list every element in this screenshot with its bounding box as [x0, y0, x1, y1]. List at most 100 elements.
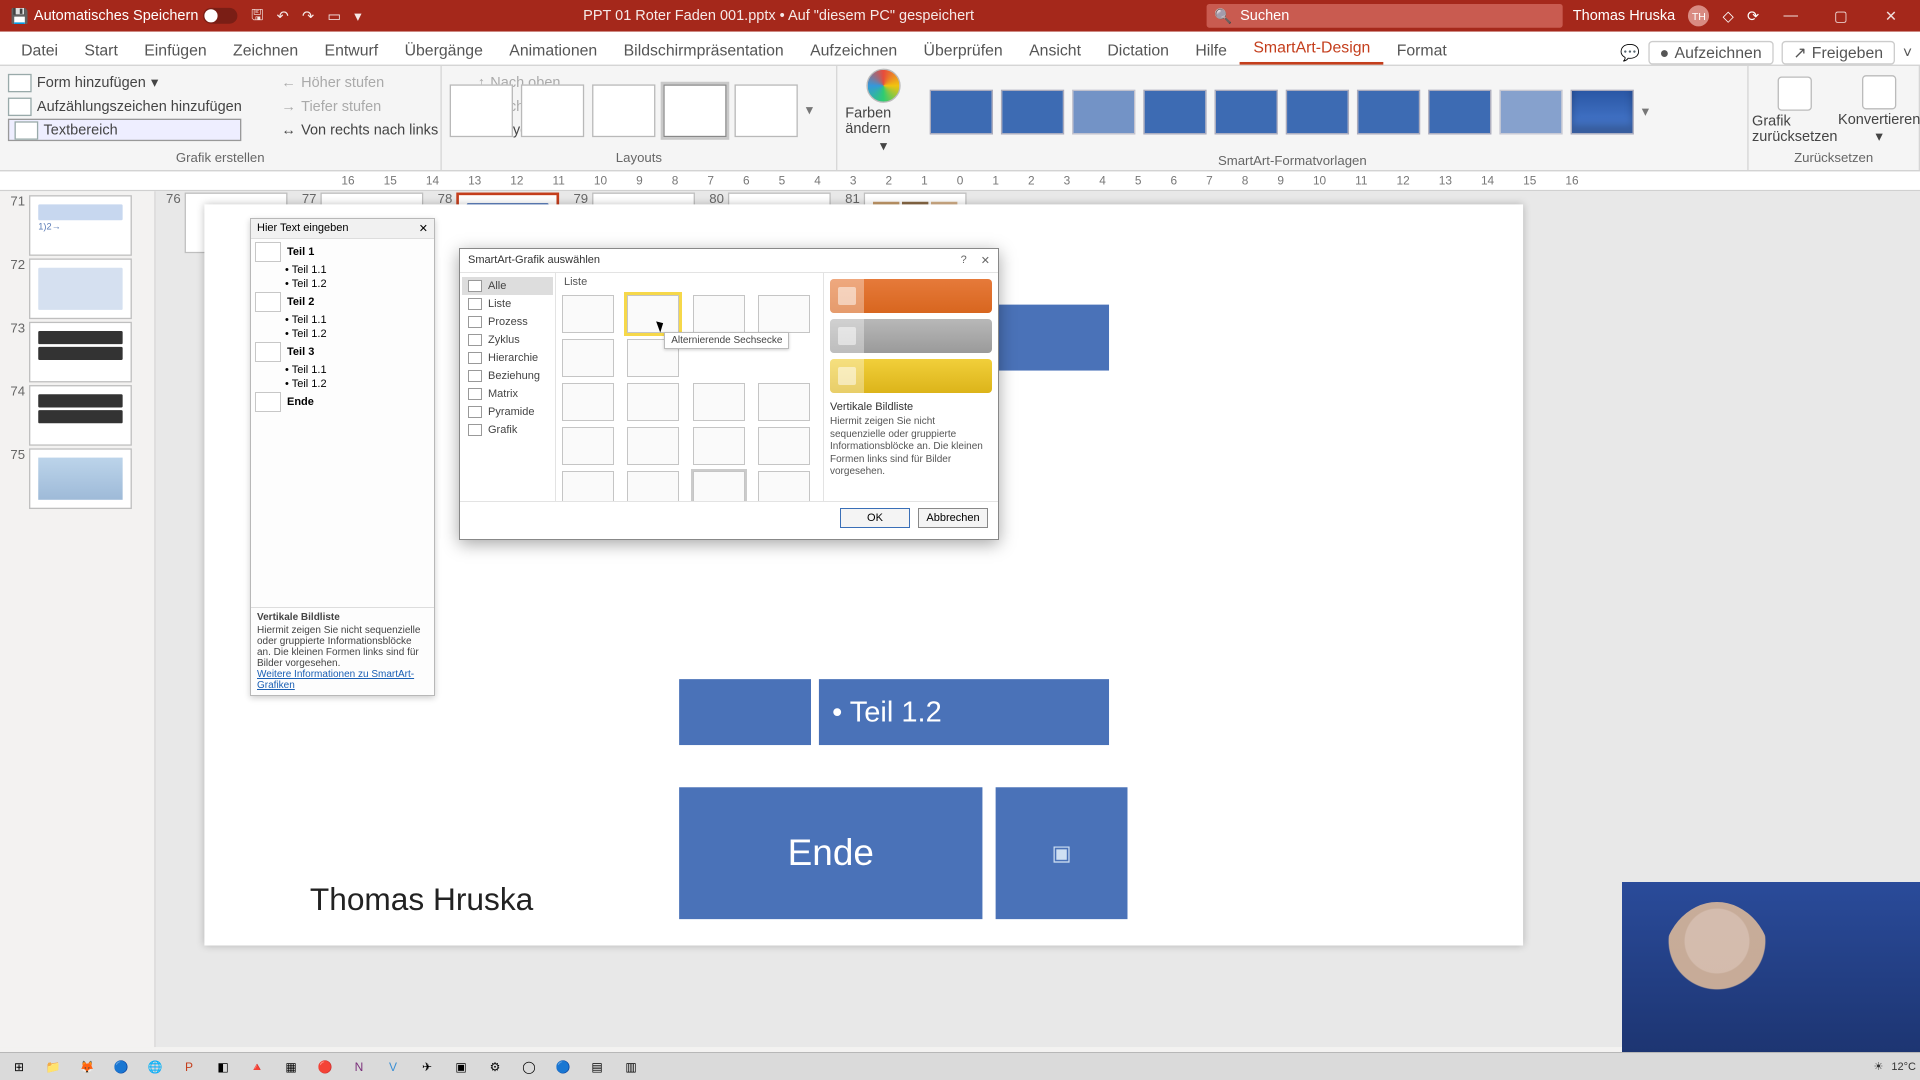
text-pane-tree[interactable]: Teil 1 Teil 1.1Teil 1.2 Teil 2 Teil 1.1T… [251, 239, 434, 415]
gallery-item[interactable] [758, 295, 810, 333]
style-thumb-9[interactable] [1499, 89, 1562, 134]
taskbar-app-icon[interactable]: 🔵 [548, 1056, 578, 1078]
gallery-item[interactable] [758, 383, 810, 421]
taskbar-app-icon[interactable]: ▤ [582, 1056, 612, 1078]
thumb-75[interactable] [29, 448, 132, 509]
layout-thumb-5[interactable] [735, 84, 798, 137]
text-pane-learn-more-link[interactable]: Weitere Informationen zu SmartArt-Grafik… [257, 669, 414, 691]
add-bullet-button[interactable]: Aufzählungszeichen hinzufügen [8, 95, 242, 117]
search-input[interactable]: 🔍 Suchen [1206, 4, 1562, 28]
avatar[interactable]: TH [1688, 5, 1709, 26]
style-thumb-1[interactable] [930, 89, 993, 134]
tab-zeichnen[interactable]: Zeichnen [220, 36, 311, 65]
tree-item[interactable]: Ende [287, 396, 314, 408]
taskbar-app-icon[interactable]: ▣ [446, 1056, 476, 1078]
category-hierarchie[interactable]: Hierarchie [462, 349, 553, 367]
tab-uebergaenge[interactable]: Übergänge [391, 36, 496, 65]
taskbar-firefox-icon[interactable]: 🦊 [72, 1056, 102, 1078]
smartart-text-pane[interactable]: Hier Text eingeben ✕ Teil 1 Teil 1.1Teil… [250, 218, 435, 696]
gallery-item[interactable] [693, 427, 745, 465]
diamond-icon[interactable]: ◇ [1723, 7, 1734, 24]
tree-subitem[interactable]: Teil 1.2 [285, 327, 430, 341]
gallery-item[interactable] [627, 471, 679, 501]
comments-icon[interactable]: 💬 [1620, 44, 1640, 62]
gallery-item[interactable] [562, 295, 614, 333]
tab-start[interactable]: Start [71, 36, 131, 65]
rtl-button[interactable]: ↔ Von rechts nach links [281, 119, 438, 141]
thumb-74[interactable] [29, 385, 132, 446]
taskbar-telegram-icon[interactable]: ✈ [412, 1056, 442, 1078]
slide-thumbnails[interactable]: 711)2→ 72 73 74 75 [0, 191, 156, 1047]
ok-button[interactable]: OK [840, 508, 910, 528]
layout-more-icon[interactable]: ▾ [806, 102, 813, 119]
taskbar-powerpoint-icon[interactable]: P [174, 1056, 204, 1078]
qat-more-icon[interactable]: ▾ [354, 7, 361, 24]
tree-item[interactable]: Teil 3 [287, 346, 314, 358]
gallery-item[interactable] [693, 295, 745, 333]
taskbar-app-icon[interactable]: ◧ [208, 1056, 238, 1078]
tab-aufzeichnen[interactable]: Aufzeichnen [797, 36, 910, 65]
style-thumb-10[interactable] [1571, 89, 1634, 134]
layout-thumb-1[interactable] [450, 84, 513, 137]
sa-text-teil12[interactable]: • Teil 1.2 [819, 679, 1109, 745]
style-thumb-5[interactable] [1215, 89, 1278, 134]
thumb-73[interactable] [29, 322, 132, 383]
save-icon[interactable]: 🖫 [251, 3, 263, 28]
text-pane-close-icon[interactable]: ✕ [419, 222, 428, 235]
tree-subitem[interactable]: Teil 1.1 [285, 263, 430, 277]
gallery-item[interactable] [693, 383, 745, 421]
taskbar-explorer-icon[interactable]: 📁 [38, 1056, 68, 1078]
tree-subitem[interactable]: Teil 1.2 [285, 377, 430, 391]
taskbar-vscode-icon[interactable]: V [378, 1056, 408, 1078]
style-thumb-7[interactable] [1357, 89, 1420, 134]
taskbar-app-icon[interactable]: 🔴 [310, 1056, 340, 1078]
tab-smartart-design[interactable]: SmartArt-Design [1240, 33, 1383, 65]
gallery-grid[interactable]: Alternierende Sechsecke [556, 291, 823, 501]
slideshow-icon[interactable]: ▭ [327, 7, 341, 24]
taskbar-vlc-icon[interactable]: 🔺 [242, 1056, 272, 1078]
tab-format[interactable]: Format [1384, 36, 1461, 65]
gallery-item[interactable] [562, 383, 614, 421]
tab-dictation[interactable]: Dictation [1094, 36, 1182, 65]
tab-animationen[interactable]: Animationen [496, 36, 610, 65]
taskbar-app-icon[interactable]: ◯ [514, 1056, 544, 1078]
style-thumb-3[interactable] [1072, 89, 1135, 134]
thumb-71[interactable]: 1)2→ [29, 195, 132, 256]
layout-thumb-3[interactable] [592, 84, 655, 137]
cancel-button[interactable]: Abbrechen [918, 508, 988, 528]
tab-ansicht[interactable]: Ansicht [1016, 36, 1094, 65]
thumb-72[interactable] [29, 258, 132, 319]
category-liste[interactable]: Liste [462, 295, 553, 313]
style-thumb-6[interactable] [1286, 89, 1349, 134]
taskbar-app-icon[interactable]: ▥ [616, 1056, 646, 1078]
style-thumb-4[interactable] [1143, 89, 1206, 134]
sa-picture-box[interactable] [679, 679, 811, 745]
category-pyramide[interactable]: Pyramide [462, 403, 553, 421]
record-button[interactable]: ● Aufzeichnen [1648, 41, 1774, 65]
text-area-button[interactable]: Textbereich [8, 119, 242, 141]
gallery-item[interactable] [562, 339, 614, 377]
layout-thumb-4[interactable] [663, 84, 726, 137]
taskbar-app-icon[interactable]: ▦ [276, 1056, 306, 1078]
weather-temp[interactable]: 12°C [1891, 1061, 1916, 1073]
convert-button[interactable]: Konvertieren ▾ [1841, 75, 1917, 145]
redo-icon[interactable]: ↷ [302, 7, 314, 24]
tab-ueberpruefen[interactable]: Überprüfen [910, 36, 1016, 65]
category-zyklus[interactable]: Zyklus [462, 331, 553, 349]
tree-subitem[interactable]: Teil 1.2 [285, 277, 430, 291]
dialog-help-icon[interactable]: ? [961, 254, 967, 267]
style-thumb-8[interactable] [1428, 89, 1491, 134]
start-button[interactable]: ⊞ [4, 1056, 34, 1078]
tab-hilfe[interactable]: Hilfe [1182, 36, 1240, 65]
taskbar-obs-icon[interactable]: ⚙ [480, 1056, 510, 1078]
taskbar-edge-icon[interactable]: 🌐 [140, 1056, 170, 1078]
dialog-category-list[interactable]: Alle Liste Prozess Zyklus Hierarchie Bez… [460, 273, 556, 501]
share-button[interactable]: ↗ Freigeben [1781, 41, 1895, 65]
tab-datei[interactable]: Datei [8, 36, 71, 65]
windows-taskbar[interactable]: ⊞ 📁 🦊 🔵 🌐 P ◧ 🔺 ▦ 🔴 N V ✈ ▣ ⚙ ◯ 🔵 ▤ ▥ ☀ … [0, 1052, 1920, 1080]
maximize-button[interactable]: ▢ [1822, 7, 1859, 24]
undo-icon[interactable]: ↶ [277, 7, 289, 24]
gallery-item[interactable] [758, 471, 810, 501]
category-prozess[interactable]: Prozess [462, 313, 553, 331]
weather-icon[interactable]: ☀ [1874, 1060, 1884, 1073]
